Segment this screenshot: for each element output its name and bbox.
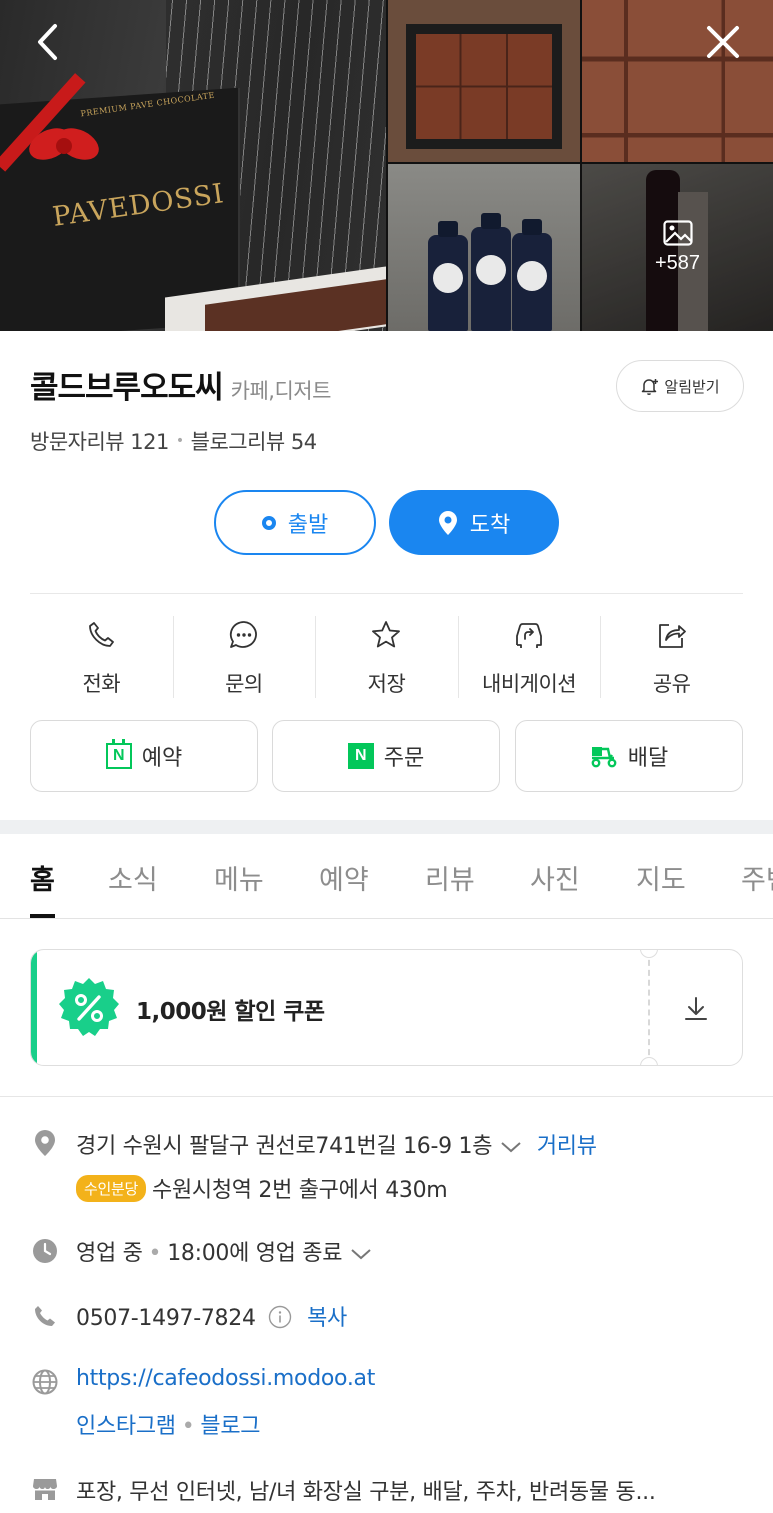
review-counts: 방문자리뷰 121 • 블로그리뷰 54 (30, 426, 317, 456)
save-action[interactable]: 저장 (315, 608, 458, 704)
order-button[interactable]: N 주문 (272, 720, 500, 792)
star-icon (372, 621, 401, 648)
more-photos-overlay[interactable]: +587 (582, 164, 773, 331)
save-label: 저장 (367, 672, 406, 696)
percent-badge-icon (59, 978, 119, 1036)
close-button[interactable] (703, 22, 743, 62)
globe-icon (32, 1369, 58, 1395)
place-title-row: 콜드브루오도씨 카페,디저트 (30, 362, 331, 407)
image-icon (662, 220, 693, 246)
navigation-action[interactable]: 내비게이션 (457, 608, 601, 704)
tab-review[interactable]: 리뷰 (425, 858, 475, 897)
delivery-button[interactable]: 배달 (515, 720, 743, 792)
tab-home[interactable]: 홈 (30, 858, 55, 897)
section-band (0, 820, 773, 834)
share-icon (658, 624, 686, 648)
address-row: 경기 수원시 팔달구 권선로741번길 16-9 1층 거리뷰 (76, 1128, 597, 1160)
ribbon-bow (24, 120, 104, 180)
social-links-row: 인스타그램 • 블로그 (76, 1414, 261, 1439)
store-icon (32, 1476, 58, 1502)
tab-menu[interactable]: 메뉴 (214, 858, 264, 897)
coupon-perforation (648, 950, 650, 1065)
call-label: 전화 (82, 672, 121, 696)
naver-order-icon: N (347, 743, 374, 769)
photo-chocolate-closeup[interactable] (582, 0, 773, 162)
closing-time: 18:00에 영업 종료 (167, 1241, 343, 1266)
street-view-link[interactable]: 거리뷰 (537, 1134, 597, 1159)
active-tab-indicator (30, 914, 55, 918)
tab-reservation[interactable]: 예약 (319, 858, 369, 897)
map-pin-icon (438, 510, 457, 535)
chevron-left-icon (38, 24, 57, 60)
blog-review-link[interactable]: 블로그리뷰 54 (191, 426, 318, 456)
subway-row: 수인분당 수원시청역 2번 출구에서 430m (76, 1172, 448, 1204)
separator-dot: • (175, 433, 184, 449)
instagram-link[interactable]: 인스타그램 (76, 1414, 176, 1439)
tab-photo[interactable]: 사진 (530, 858, 580, 897)
naver-reservation-icon: N (105, 739, 132, 769)
depart-label: 출발 (287, 512, 329, 538)
arrive-button[interactable]: 도착 (389, 490, 559, 555)
coupon-accent-stripe (31, 950, 37, 1065)
clock-icon (32, 1238, 58, 1264)
phone-number[interactable]: 0507-1497-7824 (76, 1306, 256, 1331)
origin-dot-icon (261, 515, 276, 530)
place-category: 카페,디저트 (230, 379, 332, 403)
alarm-label: 알림받기 (664, 377, 720, 396)
tab-nearby[interactable]: 주변 (741, 858, 773, 897)
chevron-down-icon[interactable] (350, 1247, 372, 1261)
alarm-button[interactable]: 알림받기 (616, 360, 744, 412)
action-bar: 전화 문의 저장 내비게이션 공유 (30, 608, 743, 704)
arrive-label: 도착 (469, 512, 511, 538)
website-link[interactable]: https://cafeodossi.modoo.at (76, 1366, 375, 1391)
hours-row[interactable]: 영업 중 • 18:00에 영업 종료 (76, 1235, 372, 1267)
depart-button[interactable]: 출발 (214, 490, 376, 555)
address-text: 경기 수원시 팔달구 권선로741번길 16-9 1층 (76, 1134, 493, 1159)
tab-map[interactable]: 지도 (636, 858, 686, 897)
call-action[interactable]: 전화 (30, 608, 173, 704)
car-navigation-icon (516, 623, 542, 648)
location-pin-icon (32, 1130, 58, 1156)
inquiry-action[interactable]: 문의 (172, 608, 316, 704)
coupon-title: 1,000원 할인 쿠폰 (136, 999, 325, 1025)
photo-gallery[interactable]: PREMIUM PAVE CHOCOLATE PAVEDOSSI +587 (0, 0, 773, 331)
reservation-label: 예약 (141, 746, 183, 771)
phone-row: 0507-1497-7824 복사 (76, 1300, 347, 1332)
download-icon[interactable] (681, 994, 711, 1024)
coupon-card[interactable]: 1,000원 할인 쿠폰 (30, 949, 743, 1066)
more-photos-count: +587 (654, 252, 701, 274)
place-name: 콜드브루오도씨 (30, 370, 224, 406)
divider (30, 593, 743, 594)
tab-news[interactable]: 소식 (108, 858, 158, 897)
inquiry-label: 문의 (225, 672, 263, 696)
bell-plus-icon (642, 379, 659, 396)
amenities-text[interactable]: 포장, 무선 인터넷, 남/녀 화장실 구분, 배달, 주차, 반려동물 동..… (76, 1474, 656, 1506)
delivery-label: 배달 (627, 746, 669, 771)
chevron-down-icon[interactable] (500, 1140, 522, 1154)
info-circle-icon[interactable] (268, 1305, 292, 1329)
subway-distance: 수원시청역 2번 출구에서 430m (152, 1178, 448, 1203)
photo-chocolate-box[interactable] (388, 0, 580, 162)
open-status: 영업 중 (76, 1241, 143, 1266)
close-icon (707, 26, 739, 58)
copy-phone-button[interactable]: 복사 (307, 1306, 347, 1331)
share-action[interactable]: 공유 (600, 608, 743, 704)
visitor-review-link[interactable]: 방문자리뷰 121 (30, 426, 169, 456)
navigation-label: 내비게이션 (482, 672, 577, 696)
back-button[interactable] (28, 22, 68, 62)
chat-bubble-icon (229, 621, 257, 648)
delivery-scooter-icon (591, 747, 617, 768)
photo-cold-brew-bottles[interactable] (388, 164, 580, 331)
subway-line-badge: 수인분당 (76, 1175, 147, 1202)
reservation-button[interactable]: N 예약 (30, 720, 258, 792)
phone-icon (89, 622, 115, 647)
tab-bar: 홈 소식 메뉴 예약 리뷰 사진 지도 주변 (0, 834, 773, 919)
share-label: 공유 (652, 672, 691, 696)
blog-link[interactable]: 블로그 (200, 1414, 260, 1439)
order-label: 주문 (383, 746, 425, 771)
divider (0, 1096, 773, 1097)
phone-icon (32, 1303, 58, 1329)
